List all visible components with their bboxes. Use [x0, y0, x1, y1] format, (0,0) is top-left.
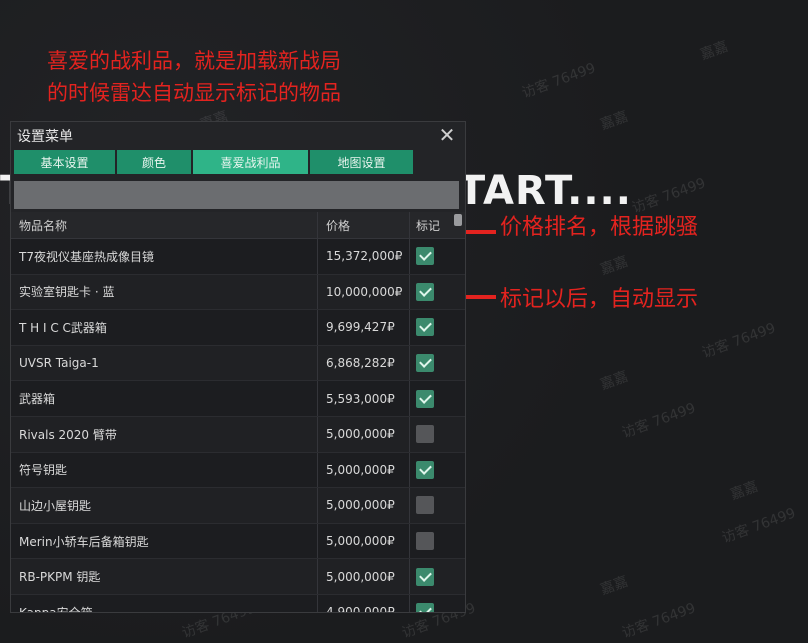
- annotation-favorite-loot: 喜爱的战利品，就是加载新战局 的时候雷达自动显示标记的物品: [47, 45, 341, 109]
- header-mark[interactable]: 标记: [409, 212, 449, 238]
- item-price: 5,593,000₽: [317, 381, 409, 416]
- item-name: 山边小屋钥匙: [19, 498, 92, 513]
- mark-checkbox[interactable]: [416, 496, 434, 515]
- item-price: 5,000,000₽: [317, 523, 409, 559]
- mark-checkbox[interactable]: [416, 425, 434, 444]
- tab-colors[interactable]: 颜色: [117, 150, 191, 174]
- item-name: Rivals 2020 臂带: [19, 427, 117, 442]
- item-name: Merin小轿车后备箱钥匙: [19, 534, 149, 549]
- table-row[interactable]: 山边小屋钥匙 5,000,000₽: [11, 488, 465, 524]
- mark-checkbox[interactable]: [416, 567, 434, 586]
- table-row[interactable]: T7夜视仪基座热成像目镜 15,372,000₽: [11, 239, 465, 275]
- mark-checkbox[interactable]: [416, 354, 434, 373]
- scroll-thumb[interactable]: [454, 214, 462, 226]
- search-bar[interactable]: [14, 181, 459, 209]
- mark-checkbox[interactable]: [416, 318, 434, 337]
- mark-cell: [409, 523, 449, 559]
- mark-cell: [409, 381, 449, 416]
- item-price: 5,000,000₽: [317, 488, 409, 523]
- item-name: 实验室钥匙卡 · 蓝: [19, 285, 115, 300]
- tab-map-settings[interactable]: 地图设置: [310, 150, 413, 174]
- window-title: 设置菜单: [17, 129, 73, 145]
- table-row[interactable]: UVSR Taiga-1 6,868,282₽: [11, 345, 465, 382]
- item-price: 5,000,000₽: [317, 416, 409, 452]
- table-row[interactable]: 武器箱 5,593,000₽: [11, 381, 465, 417]
- mark-checkbox[interactable]: [416, 603, 434, 612]
- table-row[interactable]: RB-PKPM 钥匙 5,000,000₽: [11, 559, 465, 595]
- settings-window: 设置菜单 ✕ 基本设置 颜色 喜爱战利品 地图设置 物品名称 价格 标记 T7夜…: [10, 121, 466, 613]
- item-name: T7夜视仪基座热成像目镜: [19, 249, 154, 264]
- item-name: UVSR Taiga-1: [19, 356, 99, 371]
- item-name: 符号钥匙: [19, 463, 68, 478]
- table-row[interactable]: T H I C C武器箱 9,699,427₽: [11, 310, 465, 346]
- annotation-price-ranking: 价格排名，根据跳骚: [500, 215, 699, 240]
- arrow-left-icon: [448, 287, 496, 307]
- mark-checkbox[interactable]: [416, 282, 434, 301]
- item-price: 4,900,000₽: [317, 594, 409, 612]
- mark-checkbox[interactable]: [416, 389, 434, 408]
- item-name: 武器箱: [19, 392, 56, 407]
- mark-cell: [409, 239, 449, 274]
- item-price: 9,699,427₽: [317, 310, 409, 345]
- mark-checkbox[interactable]: [416, 460, 434, 479]
- mark-cell: [409, 416, 449, 452]
- mark-cell: [409, 274, 449, 310]
- item-list: T7夜视仪基座热成像目镜 15,372,000₽ 实验室钥匙卡 · 蓝 10,000,…: [11, 239, 465, 613]
- mark-cell: [409, 488, 449, 523]
- tab-favorite-loot[interactable]: 喜爱战利品: [193, 150, 308, 174]
- item-price: 5,000,000₽: [317, 452, 409, 488]
- mark-cell: [409, 594, 449, 612]
- header-price[interactable]: 价格: [317, 212, 409, 238]
- item-name: T H I C C武器箱: [19, 320, 107, 335]
- table-row[interactable]: Merin小轿车后备箱钥匙 5,000,000₽: [11, 523, 465, 560]
- item-name: Kappa安全箱: [19, 605, 93, 613]
- close-icon[interactable]: ✕: [437, 125, 457, 146]
- annotation-auto-display: 标记以后，自动显示: [500, 287, 699, 312]
- annotation-line: 喜爱的战利品，就是加载新战局: [47, 49, 341, 73]
- table-row[interactable]: Rivals 2020 臂带 5,000,000₽: [11, 416, 465, 453]
- scrollbar[interactable]: [454, 214, 462, 604]
- item-price: 15,372,000₽: [317, 239, 409, 274]
- item-price: 5,000,000₽: [317, 559, 409, 594]
- item-price: 6,868,282₽: [317, 345, 409, 381]
- table-row[interactable]: Kappa安全箱 4,900,000₽: [11, 594, 465, 613]
- table-row[interactable]: 符号钥匙 5,000,000₽: [11, 452, 465, 489]
- item-name: RB-PKPM 钥匙: [19, 570, 101, 585]
- item-price: 10,000,000₽: [317, 274, 409, 310]
- table-header: 物品名称 价格 标记: [11, 212, 465, 239]
- mark-checkbox[interactable]: [416, 532, 434, 551]
- mark-cell: [409, 345, 449, 381]
- tab-basic-settings[interactable]: 基本设置: [14, 150, 115, 174]
- mark-checkbox[interactable]: [416, 247, 434, 266]
- table-row[interactable]: 实验室钥匙卡 · 蓝 10,000,000₽: [11, 274, 465, 311]
- header-item-name[interactable]: 物品名称: [11, 217, 317, 234]
- mark-cell: [409, 452, 449, 488]
- tab-bar: 基本设置 颜色 喜爱战利品 地图设置: [14, 150, 465, 176]
- mark-cell: [409, 310, 449, 345]
- mark-cell: [409, 559, 449, 594]
- annotation-line: 的时候雷达自动显示标记的物品: [47, 81, 341, 105]
- window-titlebar: 设置菜单 ✕: [11, 122, 465, 150]
